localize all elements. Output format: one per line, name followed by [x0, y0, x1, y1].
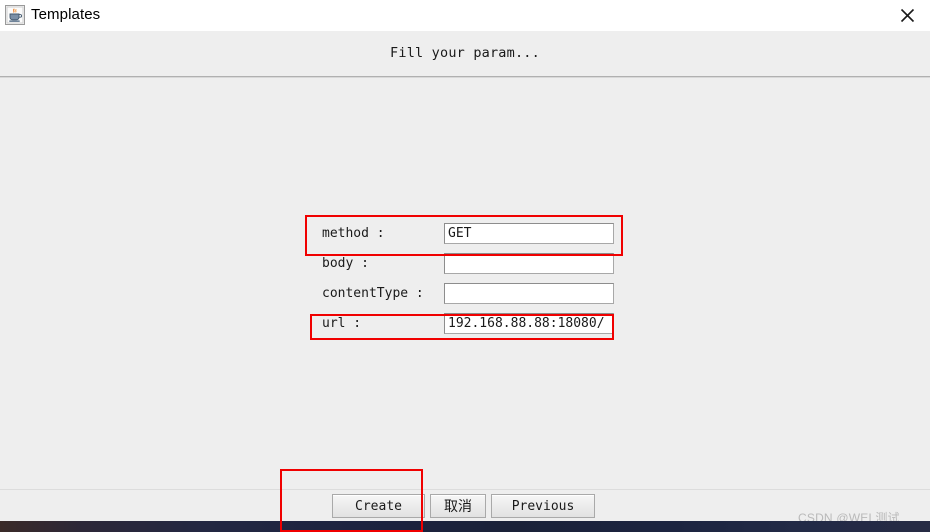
method-input[interactable] — [444, 222, 614, 244]
parameter-form: method : body : contentType : url : — [322, 218, 622, 338]
java-cup-icon — [5, 5, 25, 25]
label-body: body : — [322, 255, 369, 271]
label-method: method : — [322, 225, 385, 241]
watermark: CSDN @WEL测试 — [798, 511, 900, 521]
contenttype-input[interactable] — [444, 282, 614, 304]
url-input[interactable] — [444, 312, 614, 334]
cancel-button[interactable]: 取消 — [430, 494, 486, 518]
content-area: method : body : contentType : url : — [0, 78, 930, 489]
create-button[interactable]: Create — [332, 494, 425, 518]
templates-dialog-window: Templates Fill your param... method : bo… — [0, 0, 930, 521]
label-url: url : — [322, 315, 362, 331]
header-banner: Fill your param... — [0, 31, 930, 77]
form-row-method: method : — [322, 218, 622, 248]
form-row-body: body : — [322, 248, 622, 278]
title-bar: Templates — [0, 0, 930, 32]
form-row-url: url : — [322, 308, 622, 338]
body-input[interactable] — [444, 252, 614, 274]
window-title: Templates — [31, 6, 101, 23]
previous-button[interactable]: Previous — [491, 494, 595, 518]
button-bar: Create 取消 Previous — [0, 490, 930, 521]
close-icon[interactable] — [884, 0, 930, 31]
form-row-contenttype: contentType : — [322, 278, 622, 308]
page-title: Fill your param... — [390, 45, 540, 61]
label-contenttype: contentType : — [322, 285, 424, 301]
